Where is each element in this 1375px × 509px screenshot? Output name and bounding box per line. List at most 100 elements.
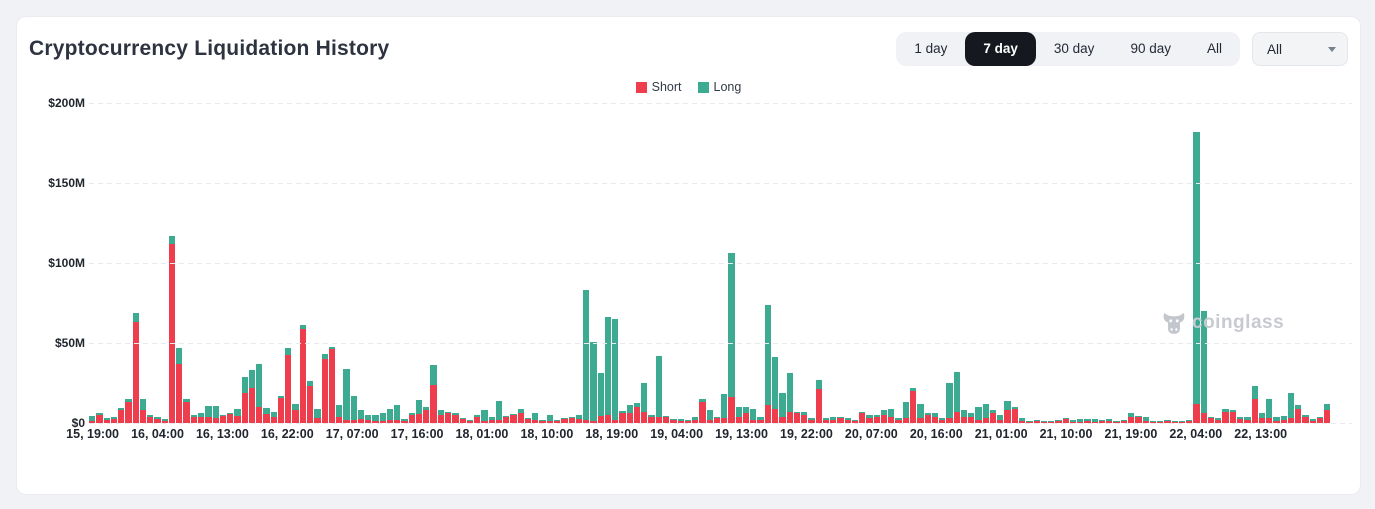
bar-segment-short (242, 393, 248, 423)
x-tick-label: 21, 10:00 (1040, 427, 1093, 441)
x-tick-label: 17, 16:00 (391, 427, 444, 441)
y-tick-label: $100M (48, 256, 85, 270)
bar-segment-short (1193, 404, 1199, 423)
gridline (89, 103, 1352, 104)
page-title: Cryptocurrency Liquidation History (29, 37, 389, 61)
plot-area[interactable]: coinglass (89, 103, 1352, 423)
bar-segment-long (954, 372, 960, 412)
card-header: Cryptocurrency Liquidation History 1 day… (17, 17, 1360, 67)
x-tick-label: 19, 04:00 (650, 427, 703, 441)
range-button-90day[interactable]: 90 day (1112, 32, 1189, 66)
bar-segment-short (1324, 410, 1330, 423)
bar-segment-long (496, 401, 502, 419)
bar-segment-long (779, 393, 785, 417)
bar-segment-short (954, 412, 960, 423)
bar-segment-long (140, 399, 146, 410)
range-selector: 1 day 7 day 30 day 90 day All (896, 32, 1240, 66)
x-tick-label: 21, 01:00 (975, 427, 1028, 441)
bar-segment-long (314, 409, 320, 419)
bar-segment-short (728, 397, 734, 423)
bar-segment-long (605, 317, 611, 415)
bar-segment-long (256, 364, 262, 407)
bar-segment-long (888, 409, 894, 417)
x-tick-label: 21, 19:00 (1104, 427, 1157, 441)
bar-segment-short (1252, 399, 1258, 423)
x-tick-label: 22, 13:00 (1234, 427, 1287, 441)
long-swatch-icon (698, 82, 709, 93)
x-tick-label: 15, 19:00 (66, 427, 119, 441)
bar-segment-long (285, 348, 291, 355)
bar-segment-long (416, 400, 422, 414)
bar-segment-long (1004, 401, 1010, 411)
bar-segment-long (598, 373, 604, 415)
bar-segment-short (430, 385, 436, 423)
x-tick-label: 19, 13:00 (715, 427, 768, 441)
range-button-7day[interactable]: 7 day (965, 32, 1036, 66)
x-tick-label: 16, 22:00 (261, 427, 314, 441)
symbol-dropdown-value: All (1267, 42, 1282, 57)
bar-segment-short (641, 412, 647, 423)
legend-label-short: Short (652, 80, 682, 94)
bar-segment-short (292, 410, 298, 423)
bar-segment-short (183, 402, 189, 423)
y-tick-label: $50M (55, 336, 85, 350)
bar-segment-short (634, 407, 640, 423)
bar-segment-long (728, 253, 734, 397)
legend: Short Long (17, 80, 1360, 94)
bar-segment-long (736, 407, 742, 417)
bar-segment-long (242, 377, 248, 393)
x-tick-label: 18, 19:00 (585, 427, 638, 441)
bar-segment-long (1252, 386, 1258, 399)
bar-segment-long (816, 380, 822, 390)
legend-item-short[interactable]: Short (636, 80, 682, 94)
range-controls: 1 day 7 day 30 day 90 day All All (896, 32, 1348, 66)
bar-segment-long (1193, 132, 1199, 404)
bar-segment-long (351, 396, 357, 420)
bar-segment-short (1295, 409, 1301, 423)
legend-label-long: Long (714, 80, 742, 94)
bar-segment-long (380, 413, 386, 421)
bar-segment-short (816, 389, 822, 423)
range-button-1day[interactable]: 1 day (896, 32, 965, 66)
bar-segment-long (249, 370, 255, 388)
bar-segment-short (765, 405, 771, 423)
bar-segment-long (343, 369, 349, 420)
bar-segment-long (481, 410, 487, 421)
bar-segment-long (946, 383, 952, 418)
bar-segment-short (133, 322, 139, 423)
x-tick-label: 17, 07:00 (326, 427, 379, 441)
bar-segment-long (917, 404, 923, 418)
bar-segment-long (205, 406, 211, 416)
x-tick-label: 18, 10:00 (520, 427, 573, 441)
bar-segment-long (176, 348, 182, 364)
bar-segment-short (307, 386, 313, 423)
bar-segment-short (256, 407, 262, 423)
bar-segment-long (1288, 393, 1294, 419)
legend-item-long[interactable]: Long (698, 80, 742, 94)
bar-segment-short (176, 364, 182, 423)
symbol-dropdown[interactable]: All (1252, 32, 1348, 66)
bar-segment-long (612, 319, 618, 420)
bar-segment-short (772, 409, 778, 423)
bar-segment-short (169, 244, 175, 423)
bar-segment-long (394, 405, 400, 419)
range-button-all[interactable]: All (1189, 32, 1240, 66)
bar-segment-long (387, 409, 393, 419)
range-button-30day[interactable]: 30 day (1036, 32, 1113, 66)
x-tick-label: 19, 22:00 (780, 427, 833, 441)
bar-segment-long (641, 383, 647, 412)
short-swatch-icon (636, 82, 647, 93)
x-axis: 15, 19:0016, 04:0016, 13:0016, 22:0017, … (89, 423, 1322, 447)
plot-wrap: coinglass 15, 19:0016, 04:0016, 13:0016,… (89, 103, 1352, 447)
y-tick-label: $200M (48, 96, 85, 110)
bar-segment-short (278, 398, 284, 423)
bar-segment-short (329, 349, 335, 423)
x-tick-label: 16, 04:00 (131, 427, 184, 441)
gridline (89, 343, 1352, 344)
bar-segment-short (118, 410, 124, 423)
bar-segment-short (140, 410, 146, 423)
gridline (89, 263, 1352, 264)
gridline (89, 183, 1352, 184)
x-tick-label: 22, 04:00 (1169, 427, 1222, 441)
bar-segment-long (590, 342, 596, 420)
